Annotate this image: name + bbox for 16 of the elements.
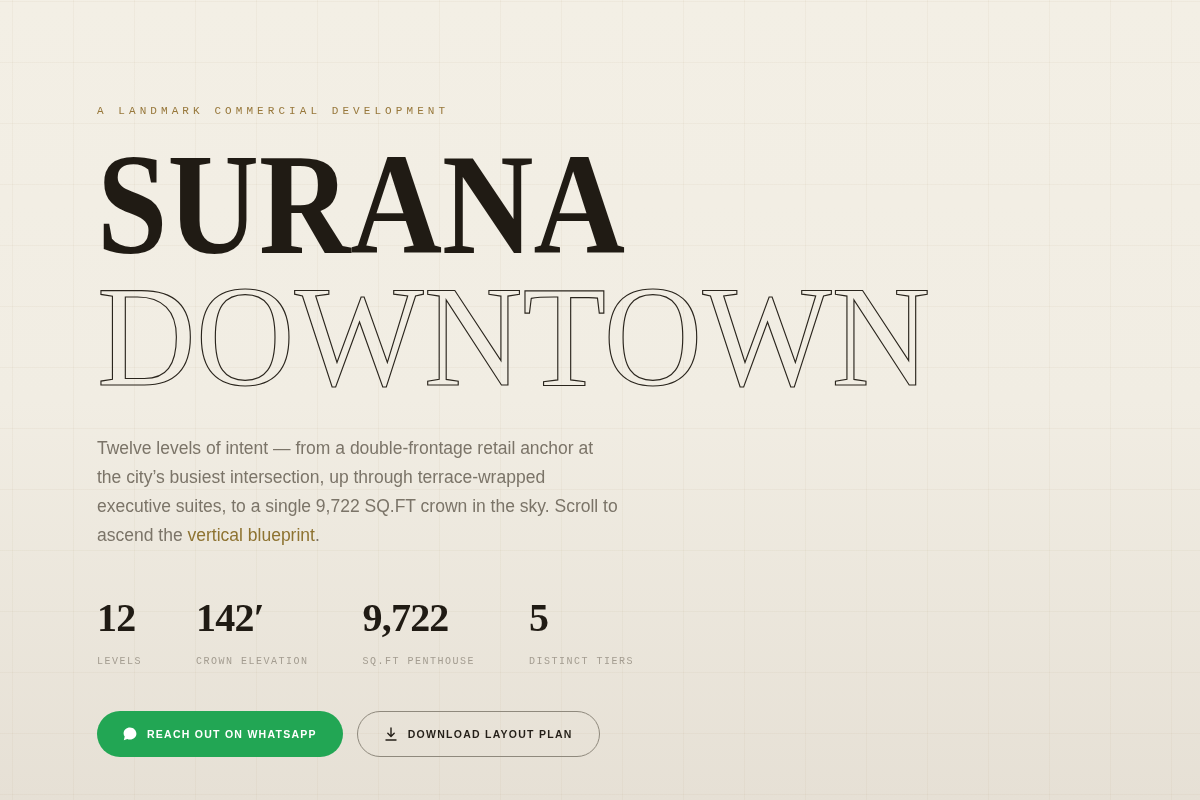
download-icon <box>383 726 398 741</box>
title-heading: SURANA <box>97 139 626 272</box>
outlined-title-heading: DOWNTOWN <box>97 271 931 404</box>
eyebrow-text: A LANDMARK COMMERCIAL DEVELOPMENT <box>97 105 450 117</box>
blueprint-link[interactable]: vertical blueprint <box>187 524 315 545</box>
stat-value: 142′ <box>196 597 265 638</box>
stat-value: 9,722 <box>362 597 449 638</box>
intro-paragraph: Twelve levels of intent — from a double-frontage retail anchor at the city’s busiest intersection, up through terrace-wrapped executive suites, to a single 9,722 SQ.FT crown in the sky. Scroll to ascend the vertical blueprint. <box>97 436 619 547</box>
stat-value: 12 <box>97 597 136 638</box>
stat-label: SQ.FT PENTHOUSE <box>362 655 476 667</box>
stat-label: CROWN ELEVATION <box>196 655 309 667</box>
stat-label: LEVELS <box>97 655 142 667</box>
chat-bubble-icon <box>123 726 137 741</box>
whatsapp-button[interactable]: REACH OUT ON WHATSAPP <box>97 710 343 757</box>
stat-label: DISTINCT TIERS <box>529 655 635 667</box>
stat-value: 5 <box>529 597 549 638</box>
